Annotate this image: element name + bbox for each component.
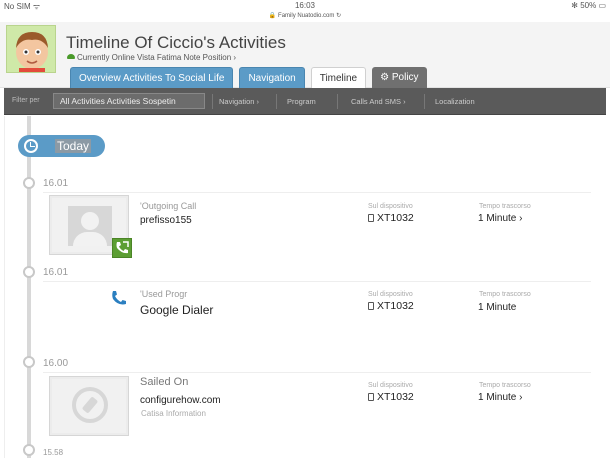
url-bar[interactable]: 🔒 Family Nuatodio.com ↻ — [0, 12, 610, 22]
tab-overview[interactable]: Overview Activities To Social Life — [70, 67, 234, 88]
device-icon — [368, 214, 374, 222]
avatar — [6, 25, 56, 73]
divider — [212, 94, 213, 109]
event-type-label: 'Outgoing Call — [140, 201, 197, 211]
device-value: XT1032 — [368, 300, 414, 312]
device-name: XT1032 — [377, 212, 414, 224]
duration-value: 1 Minute › — [478, 392, 523, 403]
filter-program[interactable]: Program — [287, 97, 316, 106]
event-value[interactable]: Google Dialer — [140, 303, 213, 317]
person-icon — [68, 206, 112, 246]
timeline-node — [23, 177, 35, 189]
compass-icon — [72, 387, 108, 423]
tab-bar: Overview Activities To Social Life Navig… — [70, 67, 427, 88]
timeline-node — [23, 356, 35, 368]
timeline-line — [27, 122, 31, 458]
divider — [337, 94, 338, 109]
duration-label: Tempo trascorso — [479, 203, 531, 210]
event-time: 16.01 — [43, 178, 69, 189]
cloud-icon — [67, 54, 75, 59]
duration-value: 1 Minute › — [478, 213, 523, 224]
device-label: Sul dispositivo — [368, 203, 413, 210]
device-value: XT1032 — [368, 391, 414, 403]
event-time: 15.58 — [43, 448, 64, 457]
event-type-label: Sailed On — [140, 376, 189, 388]
row-divider — [43, 281, 591, 282]
filter-localization[interactable]: Localization — [435, 97, 475, 106]
filter-label: Filter per — [12, 97, 40, 104]
duration-label: Tempo trascorso — [479, 382, 531, 389]
battery-indicator: ✻ 50% ▭ — [571, 1, 606, 10]
event-time: 16.00 — [43, 358, 69, 369]
row-divider — [43, 192, 591, 193]
tab-navigation[interactable]: Navigation — [239, 67, 305, 88]
filter-bar: Filter per All Activities Activities Sos… — [4, 88, 606, 115]
device-name: XT1032 — [377, 300, 414, 312]
page-title: Timeline Of Ciccio's Activities — [66, 33, 286, 52]
tab-timeline[interactable]: Timeline — [310, 67, 367, 88]
today-label: Today — [55, 139, 92, 153]
device-icon — [368, 302, 374, 310]
status-bar: No SIM ᯤ 16:03 ✻ 50% ▭ — [0, 0, 610, 12]
duration-label: Tempo trascorso — [479, 291, 531, 298]
tab-policy[interactable]: ⚙ Policy — [372, 67, 427, 88]
device-label: Sul dispositivo — [368, 291, 413, 298]
online-status-text: Currently Online Vista Fatima Note Posit… — [77, 53, 237, 62]
device-value: XT1032 — [368, 212, 414, 224]
timeline-node — [23, 266, 35, 278]
phone-app-icon — [110, 290, 127, 310]
activity-filter-select[interactable]: All Activities Activities Sospetin — [53, 93, 205, 109]
website-thumbnail[interactable] — [49, 376, 129, 436]
event-time: 16.01 — [43, 267, 69, 278]
timeline-node — [23, 444, 35, 456]
device-name: XT1032 — [377, 391, 414, 403]
divider — [276, 94, 277, 109]
event-value[interactable]: configurehow.com — [140, 395, 221, 406]
device-label: Sul dispositivo — [368, 382, 413, 389]
phone-call-icon — [112, 238, 132, 258]
child-avatar-icon — [16, 32, 48, 72]
row-divider — [43, 372, 591, 373]
event-category: Catisa Information — [141, 409, 206, 418]
filter-calls-sms[interactable]: Calls And SMS › — [351, 97, 406, 106]
clock-icon — [24, 139, 38, 153]
device-icon — [368, 393, 374, 401]
duration-value: 1 Minute — [478, 302, 517, 313]
event-value[interactable]: prefisso155 — [140, 215, 192, 226]
event-type-label: 'Used Progr — [140, 289, 188, 299]
page-header: Timeline Of Ciccio's Activities Currentl… — [0, 22, 610, 88]
filter-navigation[interactable]: Navigation › — [219, 97, 259, 106]
clock-label: 16:03 — [294, 1, 316, 10]
online-status[interactable]: Currently Online Vista Fatima Note Posit… — [67, 53, 236, 62]
divider — [424, 94, 425, 109]
